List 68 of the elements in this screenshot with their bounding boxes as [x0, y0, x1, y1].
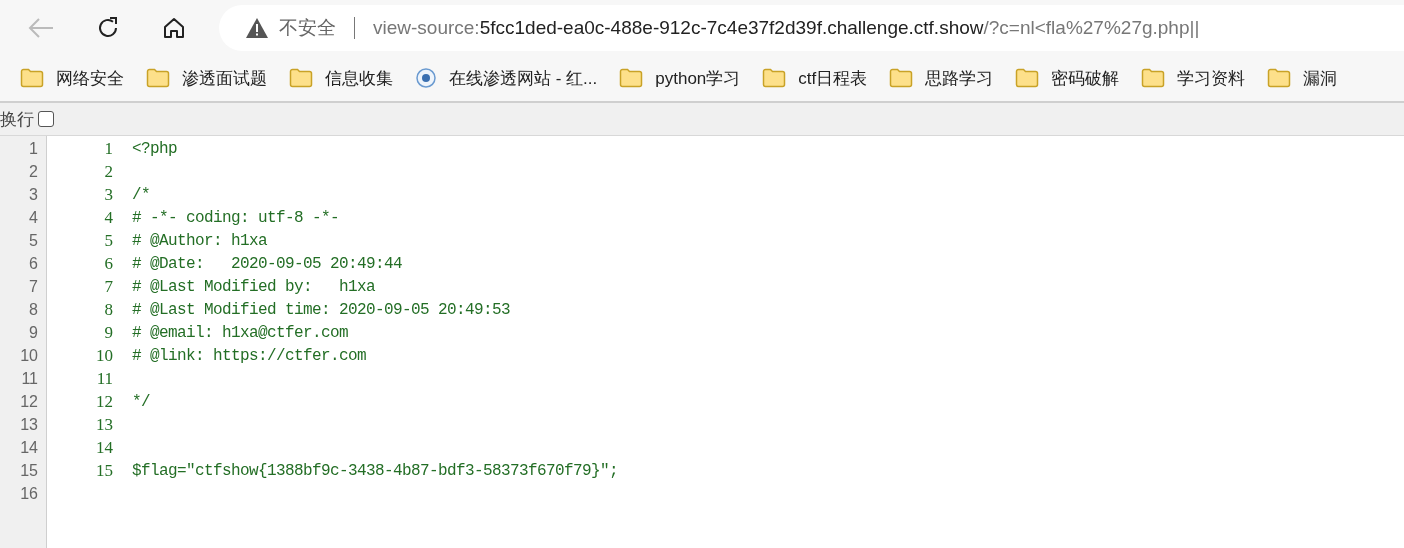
line-number: 5	[29, 231, 38, 250]
bookmark-item[interactable]: 在线渗透网站 - 红...	[415, 66, 598, 90]
output-line-number: 10	[96, 345, 113, 365]
folder-icon	[619, 68, 644, 88]
bookmark-item[interactable]: 学习资料	[1141, 66, 1246, 90]
code-line: # @email: h1xa@ctfer.com	[132, 323, 349, 342]
line-number: 8	[29, 300, 38, 319]
security-label[interactable]: 不安全	[279, 14, 336, 41]
line-number: 14	[20, 438, 38, 457]
output-line-number: 15	[96, 460, 113, 480]
code-line: /*	[132, 185, 150, 204]
line-number: 16	[20, 484, 38, 503]
folder-icon	[762, 68, 787, 88]
url-text: view-source:5fcc1ded-ea0c-488e-912c-7c4e37f2d39f.challenge.ctf.show/?c=nl<fla%27%27g.php||	[373, 16, 1200, 39]
code-line: <?php	[132, 139, 177, 158]
line-number: 10	[20, 346, 38, 365]
line-number: 4	[29, 208, 38, 227]
output-line-number: 9	[104, 322, 113, 342]
line-number: 3	[29, 185, 38, 204]
line-number: 13	[20, 415, 38, 434]
output-line-number: 1	[104, 138, 113, 158]
folder-icon	[889, 68, 914, 88]
output-line-number: 2	[104, 161, 113, 181]
address-bar[interactable]: 不安全 view-source:5fcc1ded-ea0c-488e-912c-7c4e37f2d39f.challenge.ctf.show/?c=nl<fla%27%27g.php||	[219, 4, 1404, 51]
line-number: 9	[29, 323, 38, 342]
code-line: # @Author: h1xa	[132, 231, 268, 250]
bookmark-item[interactable]: python学习	[619, 66, 741, 90]
output-line-number: 13	[96, 414, 113, 434]
folder-icon	[1141, 68, 1166, 88]
code-line: # @Last Modified time: 2020-09-05 20:49:53	[132, 300, 511, 319]
line-number: 6	[29, 254, 38, 273]
folder-icon	[1015, 68, 1040, 88]
code-line: $flag="ctfshow{1388bf9c-3438-4b87-bdf3-58373f670f79}";	[132, 461, 619, 480]
code-line: # @Date: 2020-09-05 20:49:44	[132, 254, 403, 273]
line-number: 15	[20, 461, 38, 480]
code-line: # -*- coding: utf-8 -*-	[132, 208, 340, 227]
line-number: 11	[21, 369, 38, 388]
line-number: 7	[29, 277, 38, 296]
folder-icon	[1267, 68, 1292, 88]
bookmark-item[interactable]: 渗透面试题	[146, 66, 267, 90]
code-line: # @Last Modified by: h1xa	[132, 277, 376, 296]
code-line: # @link: https://ctfer.com	[132, 346, 367, 365]
folder-icon	[20, 68, 44, 88]
line-wrap-label: 换行	[0, 108, 34, 131]
output-line-number: 5	[104, 230, 113, 250]
line-number: 1	[29, 139, 38, 158]
output-line-number: 6	[104, 253, 113, 273]
folder-icon	[289, 68, 313, 88]
output-line-number: 12	[96, 391, 113, 411]
line-number: 12	[20, 392, 38, 411]
bookmark-item[interactable]: ctf日程表	[762, 66, 868, 90]
folder-icon	[146, 68, 170, 88]
line-wrap-checkbox[interactable]	[38, 111, 54, 127]
output-line-number: 3	[104, 184, 113, 204]
bookmark-item[interactable]: 漏洞	[1267, 66, 1338, 90]
output-line-number: 14	[96, 437, 113, 457]
code-line: */	[132, 392, 150, 411]
bookmark-item[interactable]: 网络安全	[20, 66, 124, 90]
output-line-number: 7	[104, 276, 113, 296]
output-line-number: 11	[96, 368, 113, 388]
output-line-number: 8	[104, 299, 113, 319]
bookmark-item[interactable]: 密码破解	[1015, 66, 1120, 90]
bookmark-item[interactable]: 信息收集	[289, 66, 393, 90]
bookmark-item[interactable]: 思路学习	[889, 66, 994, 90]
warning-icon	[245, 16, 269, 39]
site-icon	[415, 67, 437, 89]
output-line-number: 4	[104, 207, 113, 227]
line-number: 2	[29, 162, 38, 181]
